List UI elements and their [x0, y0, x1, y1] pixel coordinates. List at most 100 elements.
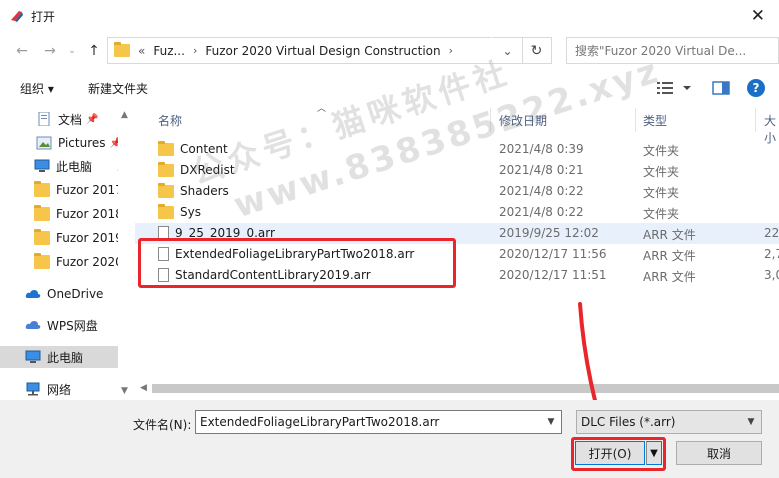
pictures-icon — [36, 136, 52, 150]
sidebar-item-wps-drive[interactable]: WPS网盘 — [0, 314, 118, 336]
folder-icon — [158, 161, 174, 177]
file-date: 2021/4/8 0:22 — [499, 205, 584, 219]
file-name: Content — [180, 142, 228, 156]
horizontal-scrollbar[interactable]: ◀ — [135, 380, 779, 397]
address-dropdown-icon[interactable]: ⌄ — [491, 37, 523, 64]
new-folder-button[interactable]: 新建文件夹 — [88, 80, 148, 97]
file-date: 2021/4/8 0:22 — [499, 184, 584, 198]
forward-arrow-icon[interactable]: → — [40, 41, 60, 61]
sidebar-item-this-pc[interactable]: 此电脑 — [0, 346, 118, 368]
breadcrumb-overflow[interactable]: « — [138, 44, 145, 58]
file-row[interactable]: Shaders 2021/4/8 0:22 文件夹 — [135, 181, 779, 202]
organize-button[interactable]: 组织 ▾ — [20, 80, 54, 97]
highlight-box-files — [138, 238, 456, 288]
file-date: 2021/4/8 0:21 — [499, 163, 584, 177]
column-divider[interactable] — [490, 108, 491, 132]
sidebar-item-label: OneDrive — [47, 287, 104, 301]
column-divider[interactable] — [755, 108, 756, 132]
column-divider[interactable] — [635, 108, 636, 132]
filetype-select[interactable]: DLC Files (*.arr) — [576, 410, 762, 434]
file-type: ARR 文件 — [643, 228, 696, 242]
folder-icon — [34, 181, 50, 197]
chevron-right-icon[interactable]: › — [193, 44, 197, 57]
fuzor-app-icon — [11, 11, 23, 22]
cloud-icon — [25, 290, 41, 298]
sidebar-item-label: Pictures — [58, 136, 106, 150]
sidebar-scrollbar[interactable]: ▲ ▼ — [118, 106, 134, 400]
scrollbar-thumb[interactable] — [152, 384, 779, 393]
sidebar-item-this-pc-pinned[interactable]: 此电脑 📌 — [0, 155, 128, 177]
address-bar[interactable]: « Fuz... › Fuzor 2020 Virtual Design Con… — [107, 37, 523, 64]
chevron-down-icon[interactable]: ▼ — [742, 411, 760, 433]
sidebar-item-pictures[interactable]: Pictures 📌 — [0, 132, 122, 154]
file-date: 2020/12/17 11:51 — [499, 268, 607, 282]
sidebar-item-label: 网络 — [47, 382, 72, 397]
sidebar-item-label: Fuzor 2020 — [56, 255, 123, 269]
view-options-icon[interactable] — [657, 80, 693, 96]
refresh-icon[interactable]: ↻ — [522, 37, 552, 64]
column-header-type[interactable]: 类型 — [643, 112, 667, 129]
sidebar-item-documents[interactable]: 文档 📌 — [0, 108, 118, 130]
scroll-down-icon[interactable]: ▼ — [121, 386, 128, 396]
sidebar-item-fuzor-2017[interactable]: Fuzor 2017 — [0, 179, 123, 201]
network-icon — [26, 382, 40, 396]
sidebar-item-fuzor-2020[interactable]: Fuzor 2020 — [0, 251, 123, 273]
sidebar-item-fuzor-2019[interactable]: Fuzor 2019 — [0, 227, 123, 249]
back-arrow-icon[interactable]: ← — [12, 41, 32, 61]
file-name: DXRedist — [180, 163, 235, 177]
file-row[interactable]: Content 2021/4/8 0:39 文件夹 — [135, 139, 779, 160]
up-arrow-icon[interactable]: ↑ — [84, 41, 104, 61]
scroll-up-icon[interactable]: ▲ — [121, 110, 128, 120]
file-type: 文件夹 — [643, 186, 680, 200]
wps-cloud-icon — [25, 321, 41, 329]
file-type: 文件夹 — [643, 165, 680, 179]
pin-icon: 📌 — [86, 113, 99, 125]
file-date: 2021/4/8 0:39 — [499, 142, 584, 156]
sidebar-item-label: 此电脑 — [47, 350, 84, 365]
file-size: 3,0 — [764, 268, 779, 282]
chevron-down-icon[interactable]: ▼ — [541, 411, 561, 433]
sidebar-item-network[interactable]: 网络 — [0, 378, 118, 400]
chevron-right-icon[interactable]: › — [449, 44, 453, 57]
file-row[interactable]: DXRedist 2021/4/8 0:21 文件夹 — [135, 160, 779, 181]
filename-input[interactable]: ExtendedFoliageLibraryPartTwo2018.arr — [195, 410, 562, 434]
sidebar-item-label: WPS网盘 — [47, 318, 98, 333]
column-header-date[interactable]: 修改日期 — [499, 112, 547, 129]
navigation-pane: 文档 📌 Pictures 📌 此电脑 📌 Fuzor 2017 Fuzor 2… — [0, 106, 134, 400]
file-type: 文件夹 — [643, 207, 680, 221]
column-headers: 名称 修改日期 类型 大小 — [135, 108, 779, 145]
folder-icon — [158, 140, 174, 156]
sidebar-item-label: 文档 — [58, 112, 83, 127]
sidebar-item-label: Fuzor 2017 — [56, 183, 123, 197]
file-type: ARR 文件 — [643, 249, 696, 263]
file-date: 2020/12/17 11:56 — [499, 247, 607, 261]
cancel-button[interactable]: 取消 — [676, 441, 762, 465]
filename-label: 文件名(N): — [133, 418, 192, 432]
folder-icon — [114, 42, 130, 57]
sidebar-item-label: Fuzor 2019 — [56, 231, 123, 245]
breadcrumb-item-current[interactable]: Fuzor 2020 Virtual Design Construction — [205, 44, 440, 58]
search-box[interactable]: 搜索"Fuzor 2020 Virtual De... — [566, 37, 779, 64]
file-size: 22 — [764, 226, 779, 240]
recent-locations-chevron-icon[interactable]: ⌄ — [62, 41, 82, 61]
search-input[interactable]: 搜索"Fuzor 2020 Virtual De... — [575, 42, 778, 59]
scroll-left-icon[interactable]: ◀ — [140, 383, 147, 393]
sidebar-item-fuzor-2018[interactable]: Fuzor 2018 — [0, 203, 123, 225]
sidebar-item-onedrive[interactable]: OneDrive — [0, 283, 118, 305]
file-type: 文件夹 — [643, 144, 680, 158]
folder-icon — [34, 205, 50, 221]
sidebar-item-label: Fuzor 2018 — [56, 207, 123, 221]
preview-pane-icon[interactable] — [712, 81, 730, 95]
window-title: 打开 — [31, 9, 56, 24]
close-icon[interactable]: ✕ — [751, 6, 765, 26]
folder-icon — [34, 229, 50, 245]
help-icon[interactable]: ? — [747, 79, 765, 97]
column-header-name[interactable]: 名称 — [158, 112, 182, 129]
breadcrumb-item-fuz[interactable]: Fuz... — [153, 44, 185, 58]
file-row[interactable]: Sys 2021/4/8 0:22 文件夹 — [135, 202, 779, 223]
file-name: Shaders — [180, 184, 229, 198]
folder-icon — [158, 182, 174, 198]
folder-icon — [34, 253, 50, 269]
title-bar: 打开 ✕ — [0, 0, 779, 32]
computer-icon — [34, 159, 50, 172]
